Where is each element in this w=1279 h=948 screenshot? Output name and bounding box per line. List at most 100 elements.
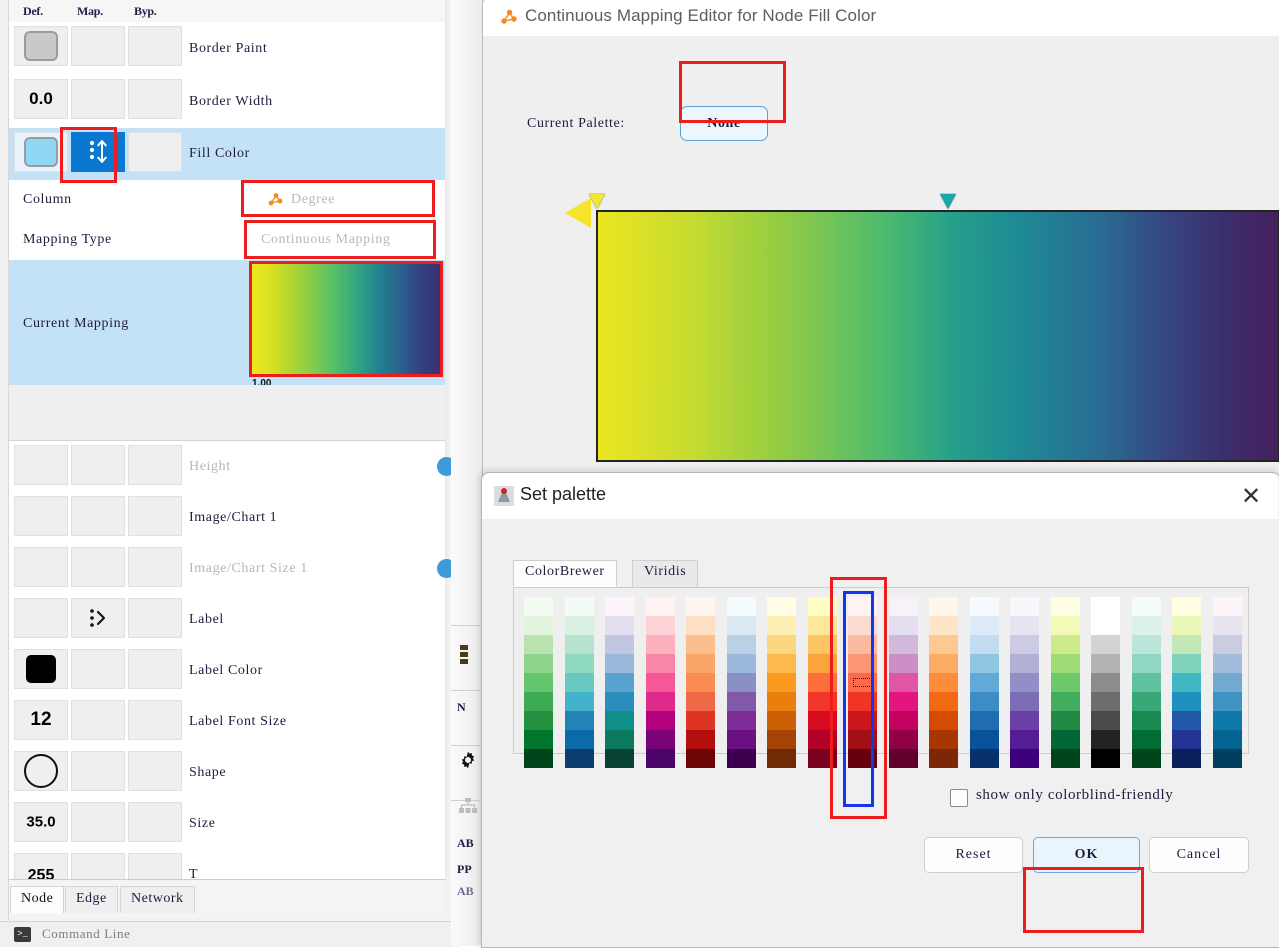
palette-swatch[interactable] bbox=[1010, 730, 1039, 749]
palette-swatch[interactable] bbox=[969, 654, 999, 673]
palette-swatch[interactable] bbox=[1172, 749, 1201, 768]
palette-swatch[interactable] bbox=[1172, 635, 1201, 654]
palette-column[interactable] bbox=[564, 597, 594, 768]
palette-swatch[interactable] bbox=[929, 654, 958, 673]
palette-swatch[interactable] bbox=[645, 654, 675, 673]
ok-button[interactable]: OK bbox=[1033, 837, 1140, 873]
palette-swatch[interactable] bbox=[807, 597, 837, 616]
palette-swatch[interactable] bbox=[888, 616, 918, 635]
bypass-cell[interactable] bbox=[128, 79, 182, 119]
palette-swatch[interactable] bbox=[686, 635, 715, 654]
palette-column[interactable] bbox=[524, 597, 553, 768]
palette-column[interactable] bbox=[848, 597, 877, 768]
palette-swatch[interactable] bbox=[1212, 711, 1242, 730]
palette-swatch[interactable] bbox=[564, 692, 594, 711]
palette-swatch[interactable] bbox=[767, 730, 796, 749]
palette-swatch[interactable] bbox=[686, 692, 715, 711]
palette-swatch[interactable] bbox=[1091, 711, 1120, 730]
palette-swatch[interactable] bbox=[524, 692, 553, 711]
palette-swatch[interactable] bbox=[1050, 673, 1080, 692]
palette-swatch[interactable] bbox=[807, 673, 837, 692]
palette-swatch[interactable] bbox=[1050, 654, 1080, 673]
palette-swatch[interactable] bbox=[1050, 635, 1080, 654]
palette-swatch[interactable] bbox=[848, 673, 877, 692]
palette-swatch[interactable] bbox=[848, 749, 877, 768]
palette-swatch[interactable] bbox=[1131, 635, 1161, 654]
palette-swatch[interactable] bbox=[1131, 654, 1161, 673]
palette-swatch[interactable] bbox=[645, 692, 675, 711]
command-line-bar[interactable]: >_ Command Line bbox=[0, 921, 459, 947]
palette-swatch[interactable] bbox=[969, 749, 999, 768]
palette-swatch[interactable] bbox=[807, 711, 837, 730]
palette-swatch[interactable] bbox=[605, 616, 634, 635]
bypass-cell[interactable] bbox=[128, 445, 182, 485]
tab-edge[interactable]: Edge bbox=[65, 886, 118, 913]
palette-swatch[interactable] bbox=[564, 654, 594, 673]
palette-swatch[interactable] bbox=[686, 711, 715, 730]
mapping-cell[interactable] bbox=[71, 26, 125, 66]
palette-column[interactable] bbox=[1010, 597, 1039, 768]
gradient-handle-min[interactable] bbox=[589, 194, 605, 209]
cancel-button[interactable]: Cancel bbox=[1149, 837, 1249, 873]
palette-swatch[interactable] bbox=[1091, 673, 1120, 692]
mapping-cell[interactable] bbox=[71, 496, 125, 536]
palette-swatch[interactable] bbox=[1091, 749, 1120, 768]
palette-swatch[interactable] bbox=[1212, 730, 1242, 749]
palette-swatch[interactable] bbox=[686, 730, 715, 749]
gear-icon[interactable] bbox=[458, 750, 478, 774]
palette-swatch[interactable] bbox=[888, 730, 918, 749]
default-cell[interactable] bbox=[14, 445, 68, 485]
palette-swatch[interactable] bbox=[1050, 711, 1080, 730]
current-mapping-gradient[interactable] bbox=[252, 264, 440, 374]
default-cell[interactable] bbox=[14, 496, 68, 536]
palette-swatch[interactable] bbox=[1172, 597, 1201, 616]
palette-swatch[interactable] bbox=[1010, 616, 1039, 635]
palette-swatch[interactable] bbox=[1010, 654, 1039, 673]
mapping-cell[interactable] bbox=[71, 79, 125, 119]
palette-swatch[interactable] bbox=[1172, 692, 1201, 711]
palette-swatch[interactable] bbox=[605, 673, 634, 692]
palette-swatch[interactable] bbox=[1010, 635, 1039, 654]
palette-swatch[interactable] bbox=[1050, 749, 1080, 768]
palette-swatch[interactable] bbox=[1010, 673, 1039, 692]
palette-swatch[interactable] bbox=[564, 616, 594, 635]
table-icon[interactable] bbox=[460, 645, 469, 671]
palette-swatch[interactable] bbox=[605, 730, 634, 749]
palette-swatch[interactable] bbox=[1131, 597, 1161, 616]
palette-swatch[interactable] bbox=[888, 749, 918, 768]
palette-swatch[interactable] bbox=[767, 616, 796, 635]
palette-column[interactable] bbox=[605, 597, 634, 768]
palette-swatch[interactable] bbox=[726, 711, 756, 730]
mapping-cell[interactable] bbox=[71, 445, 125, 485]
palette-swatch[interactable] bbox=[645, 749, 675, 768]
style-row-shape[interactable]: Shape bbox=[9, 747, 445, 799]
palette-swatch[interactable] bbox=[1131, 673, 1161, 692]
tab-network[interactable]: Network bbox=[120, 886, 195, 913]
style-row-fill-color[interactable]: Fill Color bbox=[9, 128, 445, 180]
palette-swatch[interactable] bbox=[848, 635, 877, 654]
colorblind-friendly-checkbox[interactable] bbox=[950, 789, 968, 807]
palette-swatch[interactable] bbox=[929, 692, 958, 711]
palette-column[interactable] bbox=[969, 597, 999, 768]
reset-button[interactable]: Reset bbox=[924, 837, 1023, 873]
palette-swatch[interactable] bbox=[645, 673, 675, 692]
palette-swatch[interactable] bbox=[1091, 616, 1120, 635]
palette-swatch[interactable] bbox=[807, 654, 837, 673]
palette-column[interactable] bbox=[807, 597, 837, 768]
palette-swatch[interactable] bbox=[929, 749, 958, 768]
gradient-handle-mid[interactable] bbox=[940, 194, 956, 209]
palette-swatch[interactable] bbox=[848, 711, 877, 730]
palette-swatch[interactable] bbox=[1091, 692, 1120, 711]
palette-swatch[interactable] bbox=[888, 692, 918, 711]
column-header-mapping[interactable]: Map. bbox=[77, 4, 103, 19]
mapping-column-value[interactable]: Degree bbox=[291, 192, 335, 208]
palette-column[interactable] bbox=[767, 597, 796, 768]
palette-swatch[interactable] bbox=[645, 616, 675, 635]
palette-swatch[interactable] bbox=[605, 654, 634, 673]
default-cell[interactable]: 0.0 bbox=[14, 79, 68, 119]
style-row-image-chart-size-1[interactable]: Image/Chart Size 1 bbox=[9, 543, 456, 595]
palette-swatch[interactable] bbox=[1131, 616, 1161, 635]
tab-node[interactable]: Node bbox=[10, 886, 65, 913]
palette-swatch[interactable] bbox=[848, 597, 877, 616]
palette-swatch[interactable] bbox=[1010, 597, 1039, 616]
